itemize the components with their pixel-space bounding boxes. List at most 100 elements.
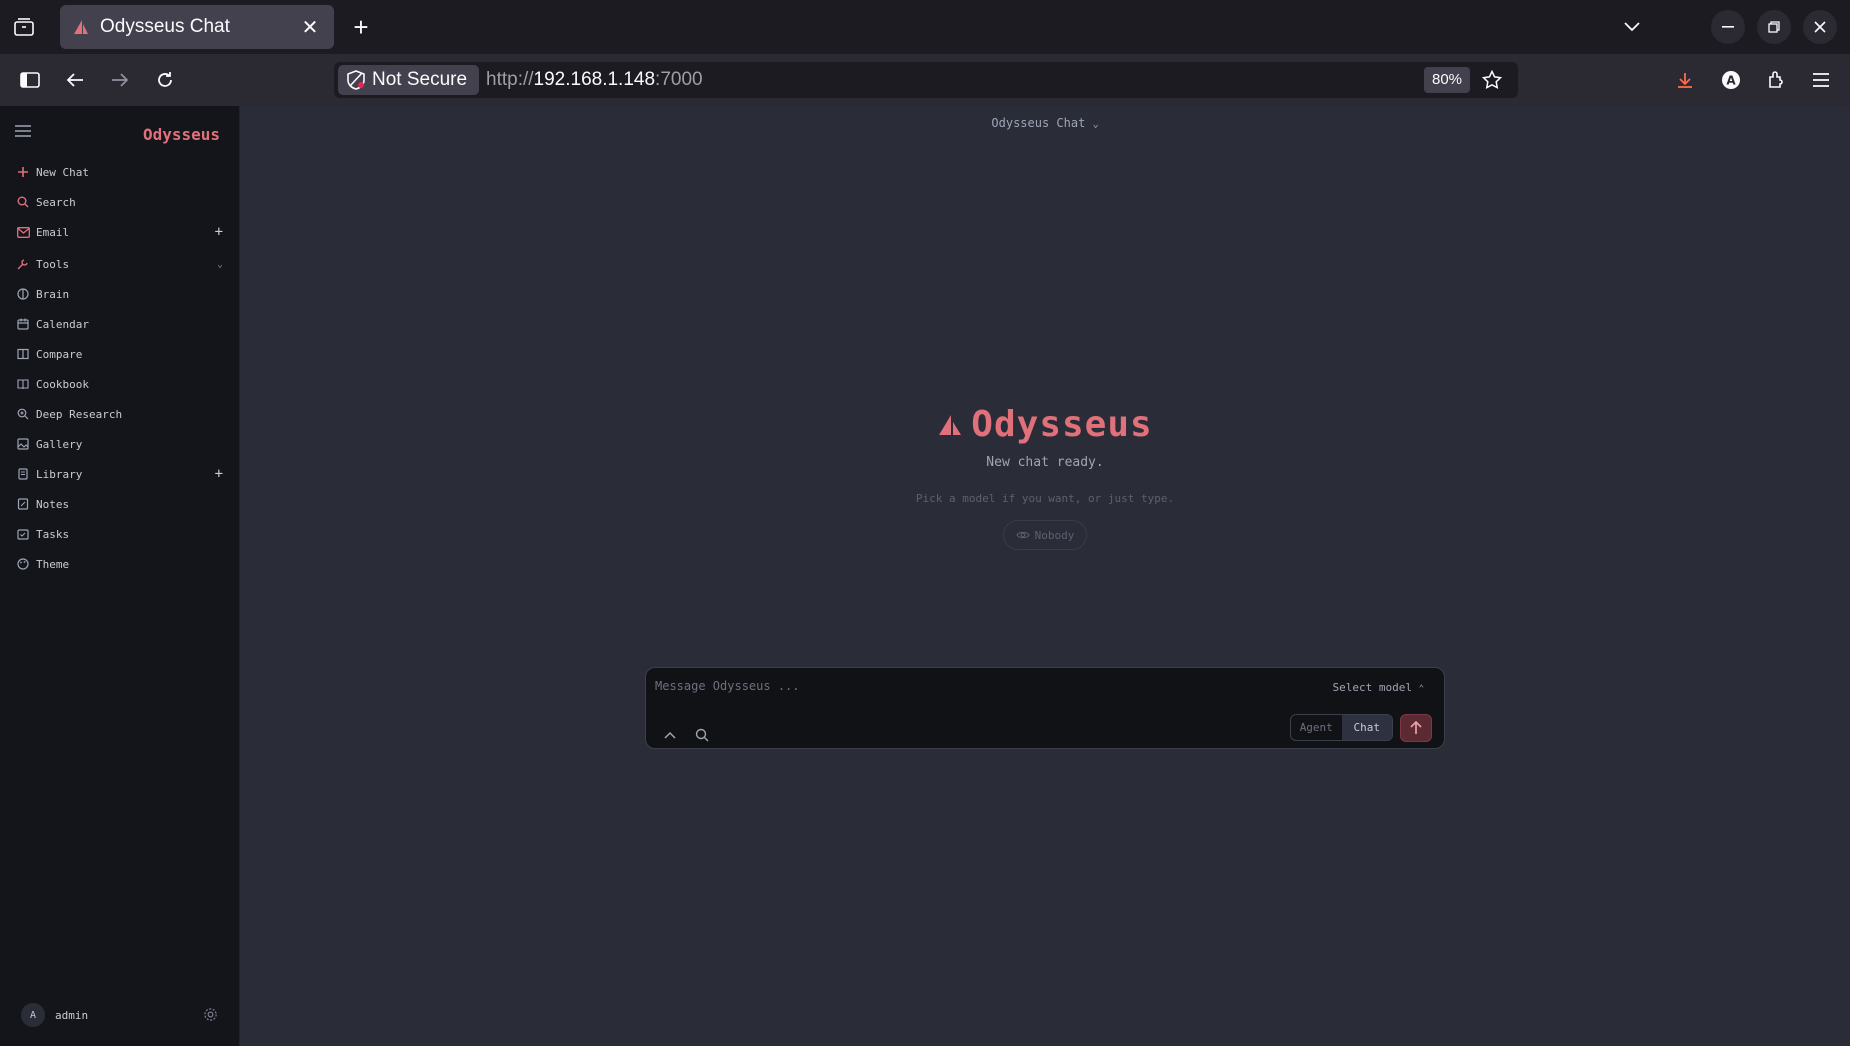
sidebar-item-label: New Chat — [36, 165, 89, 179]
sidebar-item-tools[interactable]: Tools ⌄ — [0, 250, 240, 278]
sidebar-brand[interactable]: Odysseus — [143, 125, 220, 144]
tab-close-icon[interactable]: ✕ — [298, 15, 322, 40]
gear-icon[interactable] — [203, 1007, 218, 1027]
sidebar-item-label: Email — [36, 225, 70, 239]
columns-icon — [16, 347, 30, 361]
welcome-hero: Odysseus New chat ready. Pick a model if… — [240, 404, 1850, 550]
sidebar-item-label: Gallery — [36, 437, 83, 451]
sidebar-item-search[interactable]: Search — [0, 188, 240, 216]
sidebar-item-email[interactable]: Email + — [0, 218, 240, 246]
sidebar-item-deep-research[interactable]: Deep Research — [0, 400, 240, 428]
model-header[interactable]: Odysseus Chat ⌄ — [240, 116, 1850, 130]
back-icon[interactable] — [57, 62, 93, 98]
zoom-level-badge[interactable]: 80% — [1424, 67, 1471, 93]
sidebar-item-tasks[interactable]: Tasks — [0, 520, 240, 548]
model-header-label: Odysseus Chat — [991, 116, 1086, 130]
select-model-dropdown[interactable]: Select model ⌃ — [1332, 681, 1424, 694]
close-window-icon[interactable] — [1803, 10, 1837, 44]
tab-title: Odysseus Chat — [100, 16, 230, 37]
account-icon[interactable]: A — [1713, 62, 1749, 98]
user-name[interactable]: admin — [55, 1009, 88, 1022]
select-model-label: Select model — [1332, 681, 1412, 694]
sidebar-item-label: Theme — [36, 557, 70, 571]
hero-title-text: Odysseus — [971, 404, 1153, 445]
add-email-icon[interactable]: + — [215, 224, 223, 240]
not-secure-label: Not Secure — [372, 69, 468, 90]
plus-icon — [16, 165, 30, 179]
palette-icon — [16, 557, 30, 571]
hero-subtitle: New chat ready. — [986, 455, 1104, 470]
sidebar-item-brain[interactable]: Brain — [0, 280, 240, 308]
eye-icon — [1015, 531, 1030, 539]
bookmark-star-icon[interactable] — [1481, 69, 1503, 95]
library-icon — [16, 467, 30, 481]
browser-tab-active[interactable]: Odysseus Chat ✕ — [60, 5, 334, 49]
sidebar-header: Odysseus — [0, 106, 240, 156]
main-panel: Odysseus Chat ⌄ Odysseus New chat ready.… — [240, 106, 1850, 1046]
brain-icon — [16, 287, 30, 301]
sidebar-item-library[interactable]: Library + — [0, 460, 240, 488]
security-indicator[interactable]: Not Secure — [338, 65, 480, 95]
sidebar-item-label: Brain — [36, 287, 70, 301]
sidebar-item-label: Tasks — [36, 527, 70, 541]
mode-chat[interactable]: Chat — [1341, 715, 1392, 740]
hero-title: Odysseus — [937, 404, 1152, 445]
svg-text:A: A — [1726, 74, 1736, 88]
restore-icon[interactable] — [1757, 10, 1791, 44]
calendar-icon — [16, 317, 30, 331]
tasks-icon — [16, 527, 30, 541]
url-text[interactable]: http://192.168.1.148:7000 — [486, 69, 703, 91]
sidebar-footer: A admin — [0, 994, 240, 1046]
image-icon — [16, 437, 30, 451]
avatar[interactable]: A — [21, 1003, 45, 1027]
downloads-icon[interactable] — [1667, 62, 1703, 98]
hero-hint: Pick a model if you want, or just type. — [915, 492, 1175, 505]
tab-list-chevron-icon[interactable] — [1614, 9, 1650, 45]
message-input[interactable] — [655, 676, 1215, 696]
sidebar-item-new-chat[interactable]: New Chat — [0, 158, 240, 186]
sidebar-item-label: Tools — [36, 257, 70, 271]
sidebar-item-label: Notes — [36, 497, 70, 511]
odysseus-favicon-icon — [74, 20, 88, 34]
sidebar-item-label: Library — [36, 467, 83, 481]
send-button[interactable] — [1400, 714, 1432, 742]
sidebar: Odysseus New Chat Search Email + Tools ⌄… — [0, 106, 240, 1046]
sidebar-toggle-icon[interactable] — [12, 62, 48, 98]
sidebar-item-label: Cookbook — [36, 377, 89, 391]
address-bar[interactable]: Not Secure http://192.168.1.148:7000 80% — [334, 62, 1518, 98]
new-tab-icon[interactable]: + — [343, 9, 379, 45]
sail-logo-icon — [939, 414, 962, 435]
mail-icon — [16, 225, 30, 239]
extensions-icon[interactable] — [1758, 62, 1794, 98]
message-composer: Select model ⌃ Agent Chat — [645, 667, 1445, 749]
search-icon[interactable] — [694, 727, 710, 743]
odysseus-app: Odysseus New Chat Search Email + Tools ⌄… — [0, 106, 1850, 1046]
sidebar-item-label: Search — [36, 195, 76, 209]
visibility-badge[interactable]: Nobody — [1002, 520, 1088, 550]
minimize-icon[interactable] — [1711, 10, 1745, 44]
chevron-up-icon[interactable] — [662, 727, 678, 743]
sidebar-item-gallery[interactable]: Gallery — [0, 430, 240, 458]
forward-icon[interactable] — [102, 62, 138, 98]
zoom-icon — [16, 407, 30, 421]
app-menu-icon[interactable] — [1803, 62, 1839, 98]
sidebar-item-label: Calendar — [36, 317, 89, 331]
mode-agent[interactable]: Agent — [1291, 715, 1342, 740]
chevron-down-icon[interactable]: ⌄ — [217, 259, 223, 270]
sidebar-item-notes[interactable]: Notes — [0, 490, 240, 518]
note-icon — [16, 497, 30, 511]
sidebar-item-calendar[interactable]: Calendar — [0, 310, 240, 338]
chevron-up-icon: ⌃ — [1418, 684, 1424, 694]
reload-icon[interactable] — [147, 62, 183, 98]
add-library-icon[interactable]: + — [215, 466, 223, 482]
shield-warning-icon — [347, 70, 365, 90]
sidebar-item-label: Compare — [36, 347, 83, 361]
sidebar-item-compare[interactable]: Compare — [0, 340, 240, 368]
tab-overview-icon[interactable] — [6, 9, 42, 45]
sidebar-item-label: Deep Research — [36, 407, 123, 421]
sidebar-item-theme[interactable]: Theme — [0, 550, 240, 578]
visibility-label: Nobody — [1034, 528, 1075, 542]
chevron-down-icon: ⌄ — [1092, 119, 1099, 130]
menu-icon[interactable] — [15, 124, 31, 142]
sidebar-item-cookbook[interactable]: Cookbook — [0, 370, 240, 398]
